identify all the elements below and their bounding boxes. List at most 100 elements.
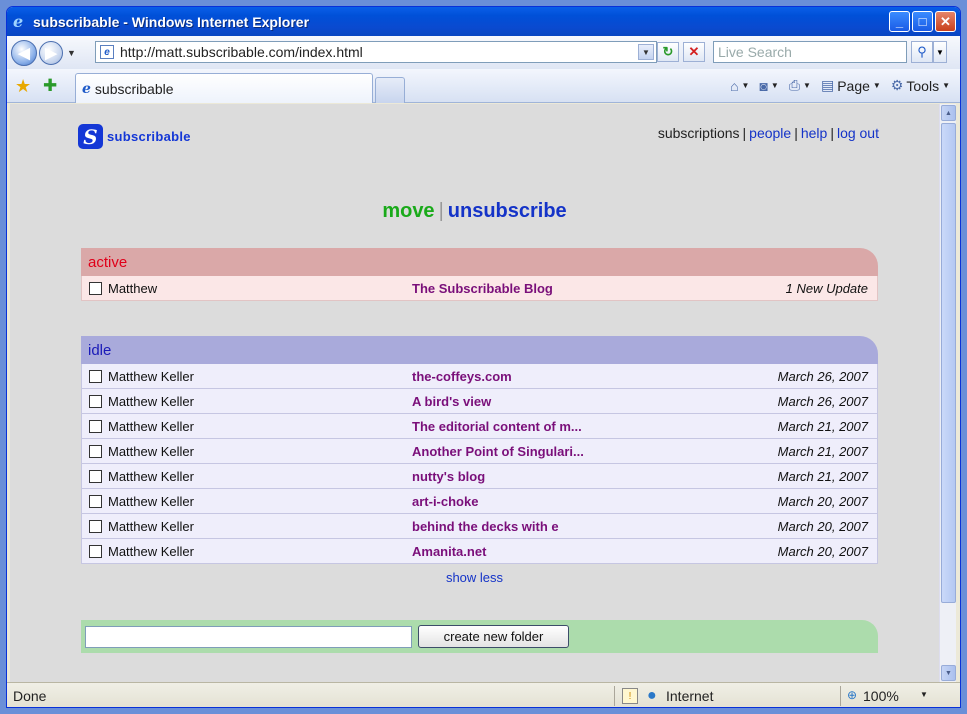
title-bar: e subscribable - Windows Internet Explor… <box>7 7 960 36</box>
folder-name-input[interactable] <box>85 626 412 648</box>
security-zone: Internet <box>666 688 714 704</box>
row-checkbox[interactable] <box>89 394 102 408</box>
window-controls: _ □ ✕ <box>889 11 956 32</box>
home-dropdown-icon: ▼ <box>741 81 750 90</box>
table-row: Matthew Keller art-i-choke March 20, 200… <box>81 489 878 514</box>
scroll-thumb[interactable] <box>941 123 956 603</box>
zoom-dropdown-icon[interactable]: ▼ <box>920 690 928 699</box>
row-feed-link[interactable]: Amanita.net <box>412 544 486 559</box>
address-dropdown-icon[interactable]: ▼ <box>638 44 654 60</box>
page-menu[interactable]: ▤ Page ▼ <box>821 77 881 94</box>
nav-help-link[interactable]: help <box>801 125 827 141</box>
row-feed-link[interactable]: A bird's view <box>412 394 491 409</box>
window-title: subscribable - Windows Internet Explorer <box>33 13 310 30</box>
group-active: active Matthew The Subscribable Blog 1 N… <box>81 248 878 301</box>
row-owner: Matthew Keller <box>108 518 194 534</box>
zoom-icon: ⊕ <box>847 688 858 702</box>
status-divider <box>614 686 615 706</box>
nav-subscriptions: subscriptions <box>657 125 740 141</box>
page-menu-label: Page <box>837 77 870 94</box>
tools-menu-label: Tools <box>906 77 940 94</box>
scroll-up-icon[interactable]: ▲ <box>941 105 956 121</box>
row-owner: Matthew Keller <box>108 443 194 459</box>
logo-s-icon: S <box>78 124 103 149</box>
row-checkbox[interactable] <box>89 369 102 383</box>
feeds-dropdown-icon: ▼ <box>770 81 779 90</box>
ie-logo-icon: e <box>13 11 24 31</box>
print-dropdown-icon: ▼ <box>803 81 811 90</box>
search-options-icon[interactable]: ▼ <box>933 41 947 63</box>
group-idle: idle Matthew Keller the-coffeys.com Marc… <box>81 336 878 564</box>
table-row: Matthew Keller A bird's view March 26, 2… <box>81 389 878 414</box>
history-dropdown-icon[interactable]: ▼ <box>67 48 76 58</box>
row-feed-link[interactable]: behind the decks with e <box>412 519 559 534</box>
tools-dropdown-icon: ▼ <box>942 81 950 90</box>
row-owner: Matthew Keller <box>108 368 194 384</box>
row-feed-link[interactable]: Another Point of Singulari... <box>412 444 584 459</box>
tab-title: subscribable <box>94 80 174 97</box>
row-date: March 21, 2007 <box>777 468 868 484</box>
move-action[interactable]: move <box>382 200 434 222</box>
forward-button[interactable]: ▶ <box>39 40 63 65</box>
new-folder-bar: create new folder <box>81 620 878 653</box>
row-checkbox[interactable] <box>89 519 102 533</box>
tab-page-icon: e <box>82 80 91 97</box>
row-checkbox[interactable] <box>89 544 102 558</box>
site-logo[interactable]: S subscribable <box>78 124 191 149</box>
row-feed-link[interactable]: The Subscribable Blog <box>412 281 553 296</box>
feeds-button[interactable]: ◙ ▼ <box>759 78 778 94</box>
unsubscribe-action[interactable]: unsubscribe <box>448 200 567 222</box>
minimize-button[interactable]: _ <box>889 11 910 32</box>
page-menu-icon: ▤ <box>820 77 835 93</box>
favorites-star-icon[interactable]: ★ <box>15 76 31 97</box>
row-date: March 26, 2007 <box>777 368 868 384</box>
table-row: Matthew Keller nutty's blog March 21, 20… <box>81 464 878 489</box>
protected-mode-icon[interactable]: ! <box>622 688 638 704</box>
row-checkbox[interactable] <box>89 281 102 295</box>
row-date: March 20, 2007 <box>777 543 868 559</box>
show-less-link[interactable]: show less <box>10 570 939 585</box>
address-url: http://matt.subscribable.com/index.html <box>120 44 363 60</box>
search-icon[interactable]: ⚲ <box>911 41 933 63</box>
address-bar[interactable]: e http://matt.subscribable.com/index.htm… <box>95 41 657 63</box>
row-status: 1 New Update <box>785 280 868 296</box>
group-title-idle: idle <box>88 341 112 359</box>
tools-menu[interactable]: ⚙ Tools ▼ <box>891 77 950 94</box>
row-checkbox[interactable] <box>89 469 102 483</box>
add-favorite-icon[interactable]: ✚ <box>43 76 57 96</box>
row-owner: Matthew Keller <box>108 418 194 434</box>
home-button[interactable]: ⌂ ▼ <box>730 78 749 94</box>
new-tab-button[interactable] <box>375 77 405 103</box>
row-feed-link[interactable]: art-i-choke <box>412 494 478 509</box>
scroll-down-icon[interactable]: ▼ <box>941 665 956 681</box>
row-checkbox[interactable] <box>89 444 102 458</box>
row-feed-link[interactable]: The editorial content of m... <box>412 419 582 434</box>
group-header-active[interactable]: active <box>81 248 878 276</box>
row-feed-link[interactable]: the-coffeys.com <box>412 369 512 384</box>
globe-icon: ● <box>647 687 657 704</box>
page-icon: e <box>100 45 114 59</box>
nav-people-link[interactable]: people <box>749 125 791 141</box>
stop-button[interactable]: ✕ <box>683 42 705 62</box>
vertical-scrollbar[interactable]: ▲ ▼ <box>939 104 956 682</box>
status-text: Done <box>13 688 47 704</box>
row-checkbox[interactable] <box>89 494 102 508</box>
nav-logout-link[interactable]: log out <box>837 125 879 141</box>
row-feed-link[interactable]: nutty's blog <box>412 469 485 484</box>
group-header-idle[interactable]: idle <box>81 336 878 364</box>
table-row: Matthew Keller Amanita.net March 20, 200… <box>81 539 878 564</box>
tab-subscribable[interactable]: e subscribable <box>75 73 373 103</box>
status-bar: Done ! ● Internet ⊕ 100% ▼ <box>7 682 960 707</box>
search-input[interactable]: Live Search <box>713 41 907 63</box>
print-button[interactable]: ⎙ ▼ <box>789 77 811 94</box>
create-folder-button[interactable]: create new folder <box>418 625 569 648</box>
page-dropdown-icon: ▼ <box>872 81 881 90</box>
zoom-level[interactable]: 100% <box>863 688 899 704</box>
row-checkbox[interactable] <box>89 419 102 433</box>
maximize-button[interactable]: □ <box>912 11 933 32</box>
refresh-button[interactable]: ↻ <box>657 42 679 62</box>
row-owner: Matthew Keller <box>108 468 194 484</box>
command-bar: ⌂ ▼ ◙ ▼ ⎙ ▼ ▤ Page ▼ ⚙ Tools ▼ <box>730 77 950 94</box>
close-button[interactable]: ✕ <box>935 11 956 32</box>
back-button[interactable]: ◀ <box>11 39 37 66</box>
